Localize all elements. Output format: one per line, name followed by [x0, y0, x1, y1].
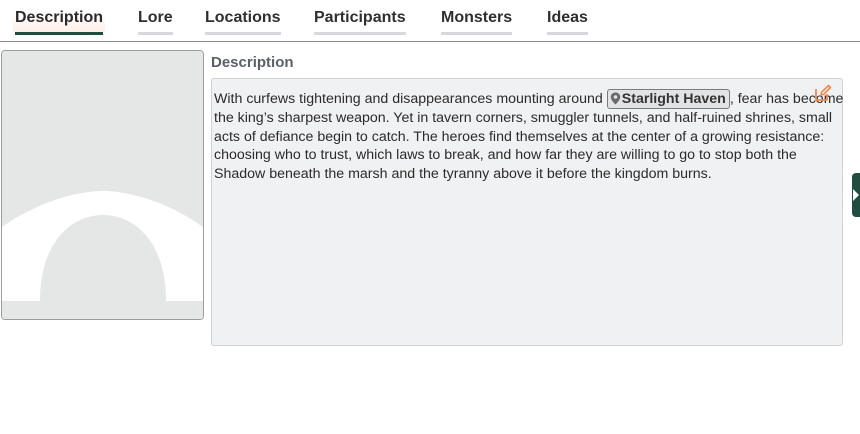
description-text: With curfews tightening and disappearanc… — [214, 89, 844, 183]
map-pin-icon — [610, 92, 620, 105]
location-link-label: Starlight Haven — [621, 91, 726, 107]
section-title: Description — [211, 54, 294, 71]
location-link[interactable]: Starlight Haven — [606, 89, 730, 109]
tab-bar: Description Lore Locations Participants … — [0, 0, 860, 42]
tab-locations[interactable]: Locations — [205, 9, 281, 35]
tab-monsters[interactable]: Monsters — [441, 9, 513, 35]
description-box[interactable]: With curfews tightening and disappearanc… — [211, 78, 843, 346]
portrait-image[interactable] — [1, 50, 204, 320]
tab-description[interactable]: Description — [12, 9, 106, 35]
edit-icon[interactable] — [814, 84, 832, 102]
tab-lore[interactable]: Lore — [138, 9, 173, 35]
chevron-right-icon — [853, 189, 859, 201]
user-avatar-placeholder-icon — [2, 51, 203, 319]
panel-toggle-handle[interactable] — [852, 173, 860, 217]
description-text-start: With curfews tightening and disappearanc… — [214, 91, 607, 107]
tab-ideas[interactable]: Ideas — [547, 9, 588, 35]
tab-participants[interactable]: Participants — [314, 9, 406, 35]
